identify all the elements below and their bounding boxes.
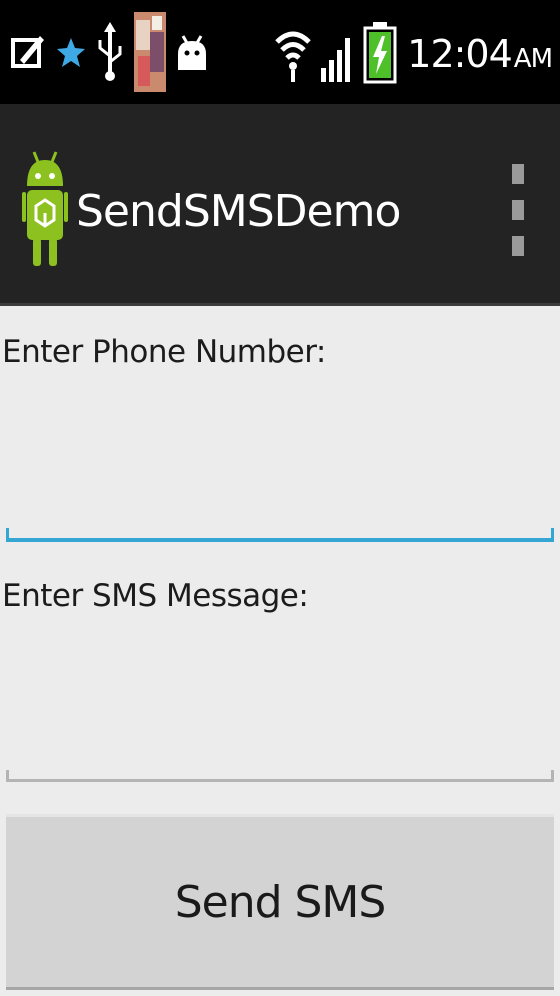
status-time: 12:04AM [407, 32, 553, 76]
wifi-icon [275, 20, 312, 88]
overflow-menu-icon[interactable] [510, 164, 526, 256]
signal-icon [321, 20, 353, 88]
android-bug-icon [176, 32, 208, 76]
usb-icon [96, 22, 124, 86]
android-app-icon[interactable] [22, 150, 68, 270]
star-icon [56, 32, 86, 76]
sms-message-label: Enter SMS Message: [2, 578, 309, 614]
status-bar: 12:04AM [0, 0, 560, 104]
status-ampm: AM [513, 44, 553, 74]
battery-charging-icon [363, 20, 397, 88]
app-title: SendSMSDemo [76, 186, 401, 237]
photo-thumbnail-icon [134, 12, 166, 96]
edit-icon [10, 32, 46, 76]
phone-number-input[interactable] [6, 382, 554, 542]
sms-message-input[interactable] [6, 626, 554, 782]
phone-number-label: Enter Phone Number: [2, 334, 326, 370]
action-bar: SendSMSDemo [0, 104, 560, 306]
send-sms-button[interactable]: Send SMS [6, 814, 554, 990]
